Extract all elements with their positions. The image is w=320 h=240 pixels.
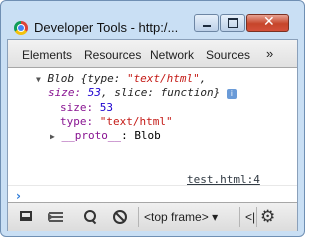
blob-summary-line-2: size: 53, slice: function} i	[48, 86, 237, 99]
status-bar: <top frame> ▾ <| ⚙	[8, 202, 297, 231]
tab-network[interactable]: Network	[150, 48, 194, 62]
panel-tab-bar: Elements Resources Network Sources »	[8, 40, 297, 68]
toolbar-divider	[138, 207, 139, 227]
console-output: ▼ Blob {type: "text/html", size: 53, sli…	[8, 67, 297, 203]
title-bar[interactable]: Developer Tools - http:/... ✕	[1, 1, 304, 39]
devtools-panel: Elements Resources Network Sources » ▼ B…	[7, 39, 298, 231]
window-title: Developer Tools - http:/...	[34, 20, 179, 35]
show-drawer-icon[interactable]	[48, 209, 64, 225]
tab-elements[interactable]: Elements	[22, 48, 72, 62]
frame-selector[interactable]: <top frame> ▾	[144, 210, 218, 224]
property-size: size: 53	[60, 101, 113, 114]
collapsed-triangle-icon[interactable]: ▶	[50, 132, 55, 141]
object-type: Blob	[47, 72, 74, 85]
info-icon[interactable]: i	[226, 89, 237, 99]
tab-resources[interactable]: Resources	[84, 48, 141, 62]
minimize-icon	[203, 25, 211, 27]
more-tabs-button[interactable]: »	[266, 46, 273, 61]
blob-summary-line[interactable]: ▼ Blob {type: "text/html",	[36, 72, 206, 85]
maximize-icon	[228, 18, 238, 28]
truncated-filter-item[interactable]: <|	[245, 210, 255, 224]
close-button[interactable]: ✕	[246, 14, 289, 32]
divider	[8, 185, 297, 186]
chrome-icon	[14, 21, 28, 35]
slice-value: function	[160, 86, 214, 99]
dock-icon[interactable]	[18, 209, 34, 225]
toolbar-divider	[256, 207, 257, 227]
size-value: 53	[87, 86, 101, 99]
close-icon: ✕	[263, 14, 275, 30]
console-prompt-icon[interactable]: ›	[16, 189, 21, 203]
chevron-down-icon: ▾	[212, 210, 219, 224]
property-type: type: "text/html"	[60, 115, 173, 128]
property-proto[interactable]: ▶ __proto__: Blob	[50, 129, 161, 142]
toolbar-divider	[239, 207, 240, 227]
type-value: "text/html"	[126, 72, 200, 85]
devtools-window: Developer Tools - http:/... ✕ Elements R…	[0, 0, 305, 237]
maximize-button[interactable]	[220, 14, 245, 32]
tab-sources[interactable]: Sources	[206, 48, 250, 62]
minimize-button[interactable]	[194, 14, 219, 32]
expanded-triangle-icon[interactable]: ▼	[36, 75, 41, 84]
clear-console-icon[interactable]	[112, 209, 128, 225]
search-icon[interactable]	[82, 209, 98, 225]
gear-icon[interactable]: ⚙	[260, 207, 275, 227]
